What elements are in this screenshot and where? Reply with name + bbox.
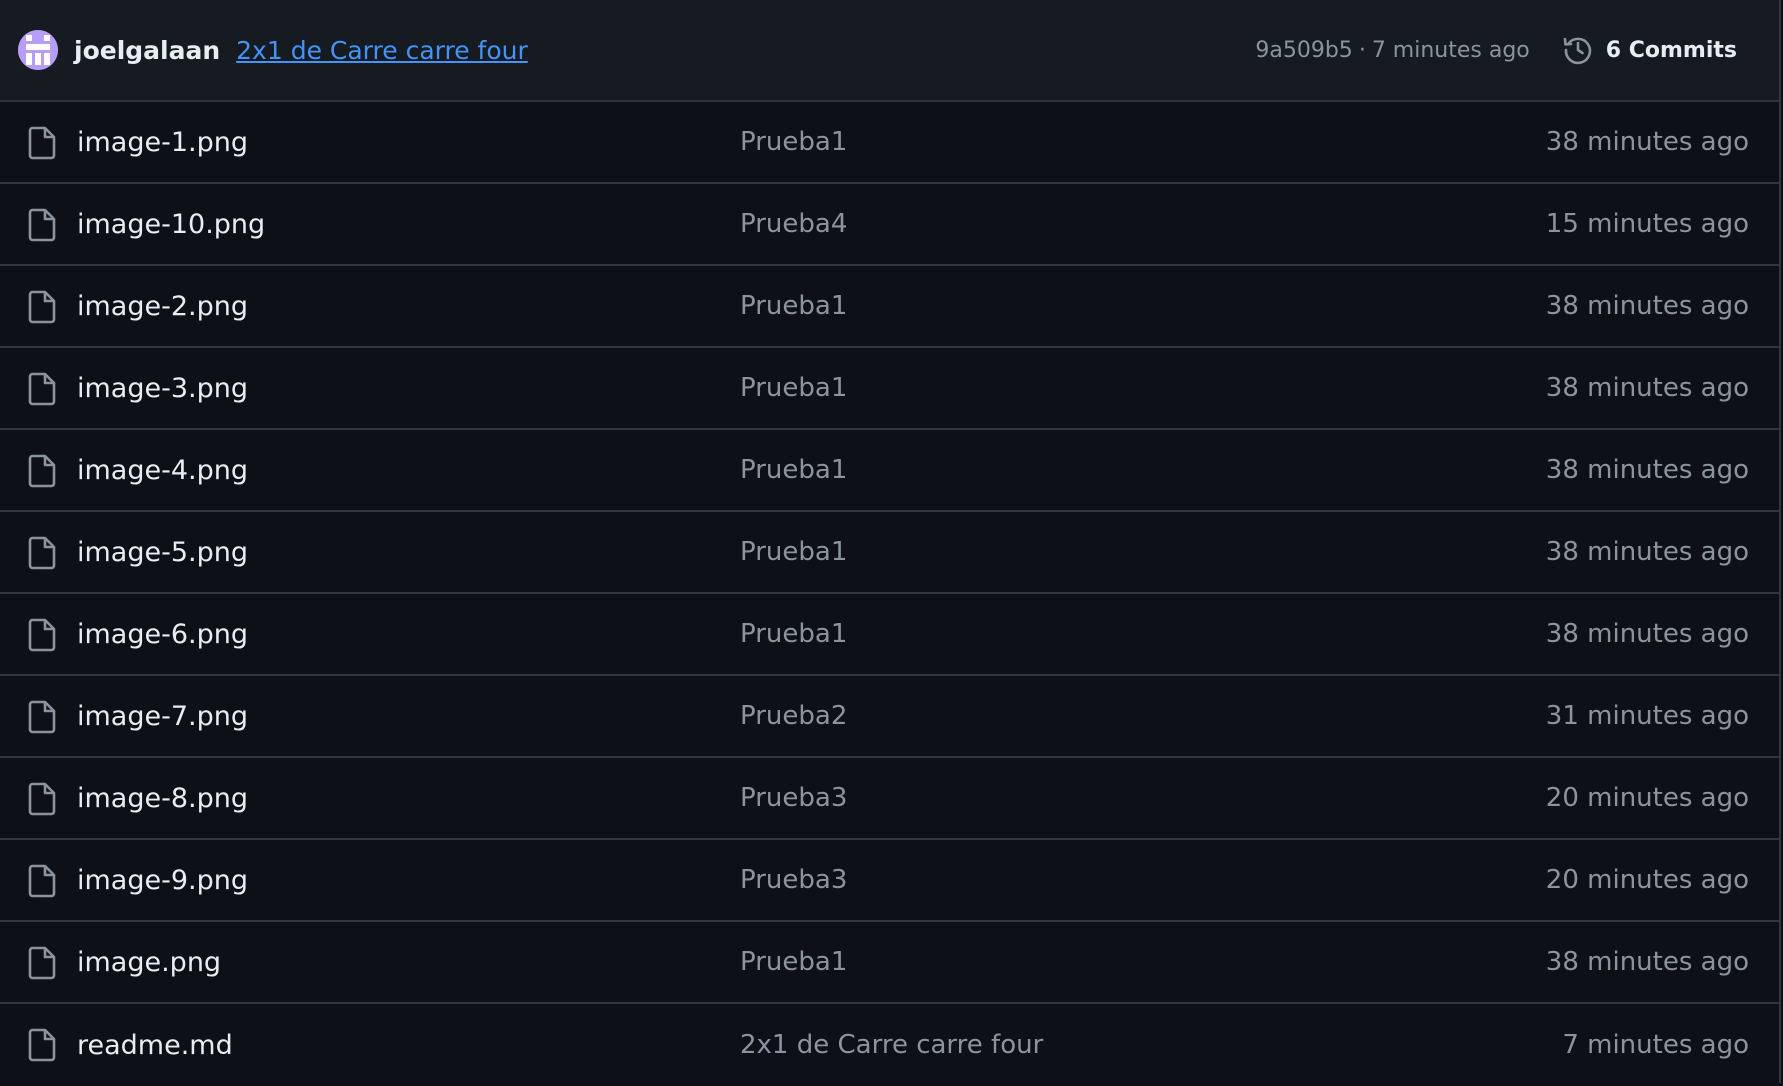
file-commit-message-link[interactable]: Prueba2 [740, 701, 847, 731]
commit-time: 7 minutes ago [1371, 37, 1530, 63]
commits-button[interactable]: 6 Commits [1562, 34, 1737, 66]
file-row[interactable]: image.png Prueba1 38 minutes ago [0, 922, 1779, 1004]
file-icon [27, 454, 57, 492]
file-row[interactable]: image-3.png Prueba1 38 minutes ago [0, 348, 1779, 430]
file-commit-time: 38 minutes ago [1545, 291, 1749, 321]
file-row[interactable]: image-6.png Prueba1 38 minutes ago [0, 594, 1779, 676]
file-row[interactable]: image-10.png Prueba4 15 minutes ago [0, 184, 1779, 266]
file-icon [27, 782, 57, 820]
file-commit-message-link[interactable]: Prueba1 [740, 373, 847, 403]
file-icon [27, 290, 57, 328]
file-icon [27, 208, 57, 246]
file-name-link[interactable]: image-3.png [77, 373, 248, 404]
file-row[interactable]: image-5.png Prueba1 38 minutes ago [0, 512, 1779, 594]
file-name-link[interactable]: image.png [77, 947, 221, 978]
file-row[interactable]: image-7.png Prueba2 31 minutes ago [0, 676, 1779, 758]
file-name-link[interactable]: image-9.png [77, 865, 248, 896]
history-icon [1562, 34, 1594, 66]
file-icon [27, 618, 57, 656]
identicon-avatar-icon [18, 30, 58, 70]
file-commit-message-link[interactable]: Prueba1 [740, 947, 847, 977]
file-commit-time: 20 minutes ago [1545, 865, 1749, 895]
file-commit-time: 38 minutes ago [1545, 947, 1749, 977]
file-name-link[interactable]: readme.md [77, 1030, 233, 1061]
file-commit-message-link[interactable]: Prueba1 [740, 455, 847, 485]
file-icon [27, 372, 57, 410]
meta-separator: · [1358, 37, 1366, 63]
file-commit-message-link[interactable]: Prueba3 [740, 865, 847, 895]
file-browser-panel: joelgalaan 2x1 de Carre carre four 9a509… [0, 0, 1781, 1083]
file-name-link[interactable]: image-10.png [77, 209, 265, 240]
file-list: image-1.png Prueba1 38 minutes ago image-10… [0, 102, 1779, 1086]
file-commit-message-link[interactable]: 2x1 de Carre carre four [740, 1030, 1043, 1060]
avatar[interactable] [18, 30, 58, 70]
commit-message-link[interactable]: 2x1 de Carre carre four [236, 36, 528, 65]
file-icon [27, 700, 57, 738]
file-commit-message-link[interactable]: Prueba1 [740, 537, 847, 567]
file-name-link[interactable]: image-5.png [77, 537, 248, 568]
file-commit-time: 38 minutes ago [1545, 537, 1749, 567]
file-row[interactable]: image-8.png Prueba3 20 minutes ago [0, 758, 1779, 840]
file-name-link[interactable]: image-7.png [77, 701, 248, 732]
file-commit-time: 7 minutes ago [1562, 1030, 1749, 1060]
file-icon [27, 126, 57, 164]
file-commit-time: 31 minutes ago [1545, 701, 1749, 731]
latest-commit-header: joelgalaan 2x1 de Carre carre four 9a509… [0, 0, 1779, 102]
file-commit-time: 38 minutes ago [1545, 619, 1749, 649]
file-commit-time: 20 minutes ago [1545, 783, 1749, 813]
file-commit-time: 15 minutes ago [1545, 209, 1749, 239]
file-row[interactable]: image-4.png Prueba1 38 minutes ago [0, 430, 1779, 512]
file-icon [27, 1028, 57, 1066]
file-icon [27, 536, 57, 574]
file-icon [27, 864, 57, 902]
file-commit-message-link[interactable]: Prueba1 [740, 127, 847, 157]
file-name-link[interactable]: image-2.png [77, 291, 248, 322]
file-row[interactable]: image-9.png Prueba3 20 minutes ago [0, 840, 1779, 922]
file-commit-time: 38 minutes ago [1545, 127, 1749, 157]
file-name-link[interactable]: image-4.png [77, 455, 248, 486]
file-icon [27, 946, 57, 984]
commit-meta: 9a509b5 · 7 minutes ago [1255, 38, 1529, 63]
file-row[interactable]: image-2.png Prueba1 38 minutes ago [0, 266, 1779, 348]
file-row[interactable]: image-1.png Prueba1 38 minutes ago [0, 102, 1779, 184]
commit-hash[interactable]: 9a509b5 [1255, 38, 1352, 63]
file-commit-time: 38 minutes ago [1545, 373, 1749, 403]
commit-author[interactable]: joelgalaan [74, 36, 220, 65]
file-commit-message-link[interactable]: Prueba3 [740, 783, 847, 813]
commits-label: 6 Commits [1605, 37, 1737, 63]
file-commit-time: 38 minutes ago [1545, 455, 1749, 485]
file-name-link[interactable]: image-1.png [77, 127, 248, 158]
file-name-link[interactable]: image-6.png [77, 619, 248, 650]
file-row[interactable]: readme.md 2x1 de Carre carre four 7 minute… [0, 1004, 1779, 1086]
file-commit-message-link[interactable]: Prueba4 [740, 209, 847, 239]
file-commit-message-link[interactable]: Prueba1 [740, 619, 847, 649]
file-name-link[interactable]: image-8.png [77, 783, 248, 814]
file-commit-message-link[interactable]: Prueba1 [740, 291, 847, 321]
